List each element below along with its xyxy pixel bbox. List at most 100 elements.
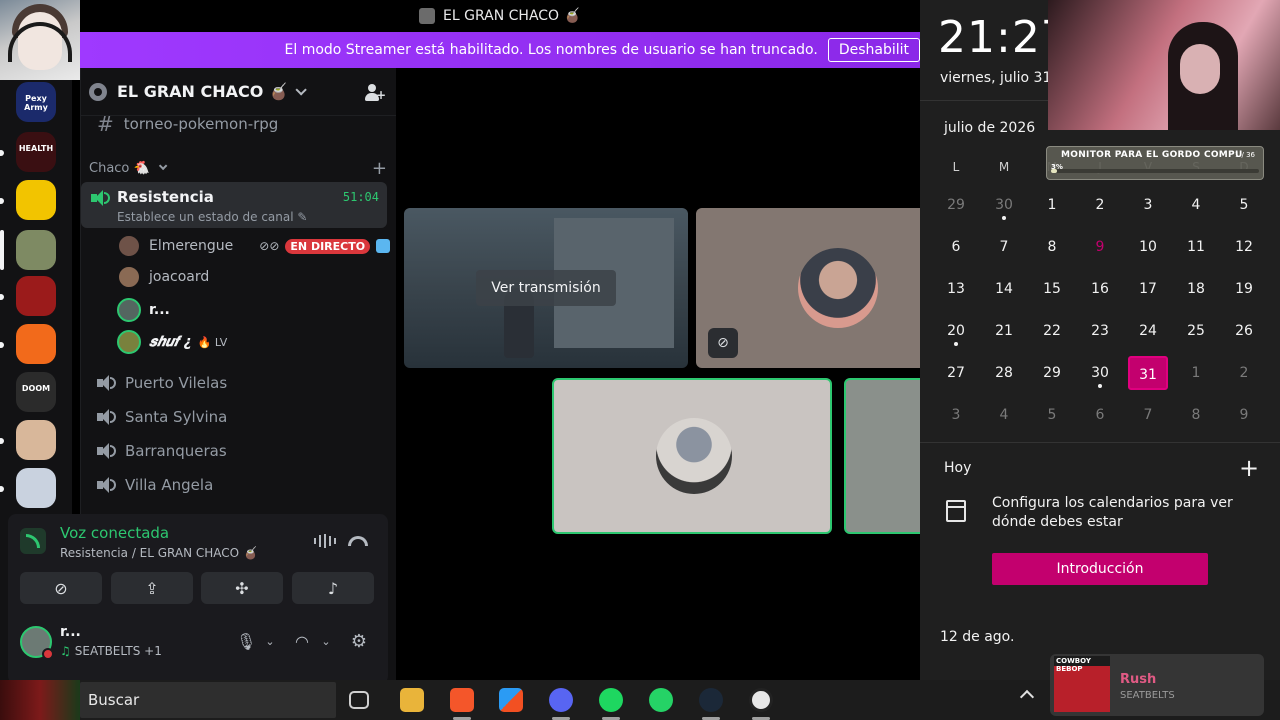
spotify-icon[interactable] xyxy=(599,688,623,712)
invite-people-icon[interactable]: + xyxy=(364,82,386,102)
calendar-day[interactable]: 4 xyxy=(1176,188,1216,222)
calendar-day[interactable]: 8 xyxy=(1176,398,1216,432)
calendar-day[interactable]: 12 xyxy=(1224,230,1264,264)
now-playing-widget[interactable]: COWBOY BEBOP Rush SEATBELTS xyxy=(1050,654,1264,716)
voice-user-1[interactable]: Elmerengue ⊘⊘ EN DIRECTO xyxy=(117,232,391,260)
calendar-day[interactable]: 30 xyxy=(1080,356,1120,390)
calendar-day[interactable]: 15 xyxy=(1032,272,1072,306)
avatar[interactable] xyxy=(20,626,54,660)
calendar-day[interactable]: 10 xyxy=(1128,230,1168,264)
channel-torneo[interactable]: # torneo-pokemon-rpg xyxy=(89,108,387,140)
calendar-day[interactable]: 21 xyxy=(984,314,1024,348)
brave-browser-icon[interactable] xyxy=(450,688,474,712)
calendar-day[interactable]: 7 xyxy=(984,230,1024,264)
participant-tile-speaking[interactable] xyxy=(844,378,928,534)
add-channel-icon[interactable]: + xyxy=(372,158,387,179)
discord-icon[interactable] xyxy=(549,688,573,712)
calendar-day[interactable]: 5 xyxy=(1032,398,1072,432)
calendar-day[interactable]: 9 xyxy=(1080,230,1120,264)
calendar-day[interactable]: 18 xyxy=(1176,272,1216,306)
disable-streamer-button[interactable]: Deshabilit xyxy=(827,38,920,62)
calendar-day[interactable]: 13 xyxy=(936,272,976,306)
participant-tile-speaking[interactable] xyxy=(552,378,832,534)
stream-tile[interactable]: Ver transmisión xyxy=(404,208,688,368)
hidden-icons-caret-icon[interactable] xyxy=(1019,689,1035,705)
calendar-day[interactable]: 28 xyxy=(984,356,1024,390)
calendar-day[interactable]: 14 xyxy=(984,272,1024,306)
calendar-day[interactable]: 9 xyxy=(1224,398,1264,432)
calendar-day[interactable]: 19 xyxy=(1224,272,1264,306)
voice-channel-puerto-vilelas[interactable]: Puerto Vilelas xyxy=(89,367,387,399)
voice-channel-villa-angela[interactable]: Villa Angela xyxy=(89,469,387,501)
calendar-day[interactable]: 2 xyxy=(1080,188,1120,222)
calendar-day[interactable]: 16 xyxy=(1080,272,1120,306)
calendar-day[interactable]: 26 xyxy=(1224,314,1264,348)
calendar-day[interactable]: 22 xyxy=(1032,314,1072,348)
calendar-day[interactable]: 3 xyxy=(1128,188,1168,222)
whatsapp-icon[interactable] xyxy=(649,688,673,712)
voice-channel-active[interactable]: Resistencia Establece un estado de canal… xyxy=(81,182,387,228)
server-icon-1[interactable]: Pexy Army xyxy=(16,82,56,122)
calendar-day[interactable]: 25 xyxy=(1176,314,1216,348)
calendar-day[interactable]: 1 xyxy=(1032,188,1072,222)
calendar-day[interactable]: 1 xyxy=(1176,356,1216,390)
share-screen-button[interactable]: ⇪ xyxy=(111,572,193,604)
server-icon-5[interactable] xyxy=(16,276,56,316)
calendar-day[interactable]: 6 xyxy=(1080,398,1120,432)
calendar-day[interactable]: 29 xyxy=(1032,356,1072,390)
chevron-down-icon[interactable]: ⌄ xyxy=(316,632,336,652)
calendar-day[interactable]: 27 xyxy=(936,356,976,390)
channel-status[interactable]: Establece un estado de canal ✎ xyxy=(117,210,307,224)
voice-channel-santa-sylvina[interactable]: Santa Sylvina xyxy=(89,401,387,433)
voice-channel-barranqueras[interactable]: Barranqueras xyxy=(89,435,387,467)
calendar-day[interactable]: 8 xyxy=(1032,230,1072,264)
calendar-day[interactable]: 24 xyxy=(1128,314,1168,348)
microphone-icon[interactable]: 🎙 xyxy=(236,632,256,652)
calendar-day[interactable]: 6 xyxy=(936,230,976,264)
disconnect-icon[interactable] xyxy=(348,536,368,546)
calendar-day[interactable]: 7 xyxy=(1128,398,1168,432)
soundboard-button[interactable]: ♪ xyxy=(292,572,374,604)
calendar-day[interactable]: 30 xyxy=(984,188,1024,222)
camera-off-button[interactable]: ⊘ xyxy=(20,572,102,604)
noise-suppression-icon[interactable] xyxy=(314,534,336,548)
microsoft-store-icon[interactable] xyxy=(499,688,523,712)
gear-icon[interactable]: ⚙ xyxy=(349,632,369,652)
chevron-down-icon[interactable]: ⌄ xyxy=(260,632,280,652)
search-input[interactable]: Buscar xyxy=(80,682,336,718)
task-view-icon[interactable] xyxy=(349,691,369,709)
file-explorer-icon[interactable] xyxy=(400,688,424,712)
activities-button[interactable]: ✣ xyxy=(201,572,283,604)
add-event-icon[interactable]: + xyxy=(1238,454,1260,482)
calendar-day[interactable]: 4 xyxy=(984,398,1024,432)
server-icon-7[interactable]: DOOM xyxy=(16,372,56,412)
month-label[interactable]: julio de 2026 xyxy=(944,120,1035,136)
category-header[interactable]: Chaco 🐔 + xyxy=(89,158,387,179)
voice-user-2[interactable]: joacoard xyxy=(117,263,209,291)
voice-user-4[interactable]: 𝒔𝒉𝒖𝒇 ¿ 🔥 LV xyxy=(117,328,227,356)
voice-channel-path[interactable]: Resistencia / EL GRAN CHACO 🧉 xyxy=(60,546,258,560)
server-icon-6[interactable] xyxy=(16,324,56,364)
obs-icon[interactable] xyxy=(749,688,773,712)
participant-tile[interactable]: ⊘ xyxy=(696,208,928,368)
calendar-day[interactable]: 11 xyxy=(1176,230,1216,264)
calendar-day[interactable]: 3 xyxy=(936,398,976,432)
watch-stream-button[interactable]: Ver transmisión xyxy=(476,270,616,306)
calendar-day[interactable]: 29 xyxy=(936,188,976,222)
calendar-day[interactable]: 17 xyxy=(1128,272,1168,306)
calendar-day[interactable]: 20 xyxy=(936,314,976,348)
voice-user-3[interactable]: r... xyxy=(117,296,170,324)
signal-icon[interactable] xyxy=(20,528,46,554)
calendar-day-today[interactable]: 31 xyxy=(1128,356,1168,390)
calendar-day[interactable]: 23 xyxy=(1080,314,1120,348)
introduction-button[interactable]: Introducción xyxy=(992,553,1208,585)
server-icon-3[interactable] xyxy=(16,180,56,220)
steam-icon[interactable] xyxy=(699,688,723,712)
calendar-day[interactable]: 2 xyxy=(1224,356,1264,390)
calendar-day[interactable]: 5 xyxy=(1224,188,1264,222)
server-icon-9[interactable] xyxy=(16,468,56,508)
server-icon-4[interactable] xyxy=(16,230,56,270)
server-icon-8[interactable] xyxy=(16,420,56,460)
headphones-icon[interactable]: ◠ xyxy=(292,632,312,652)
server-icon-2[interactable]: HEALTH xyxy=(16,132,56,172)
